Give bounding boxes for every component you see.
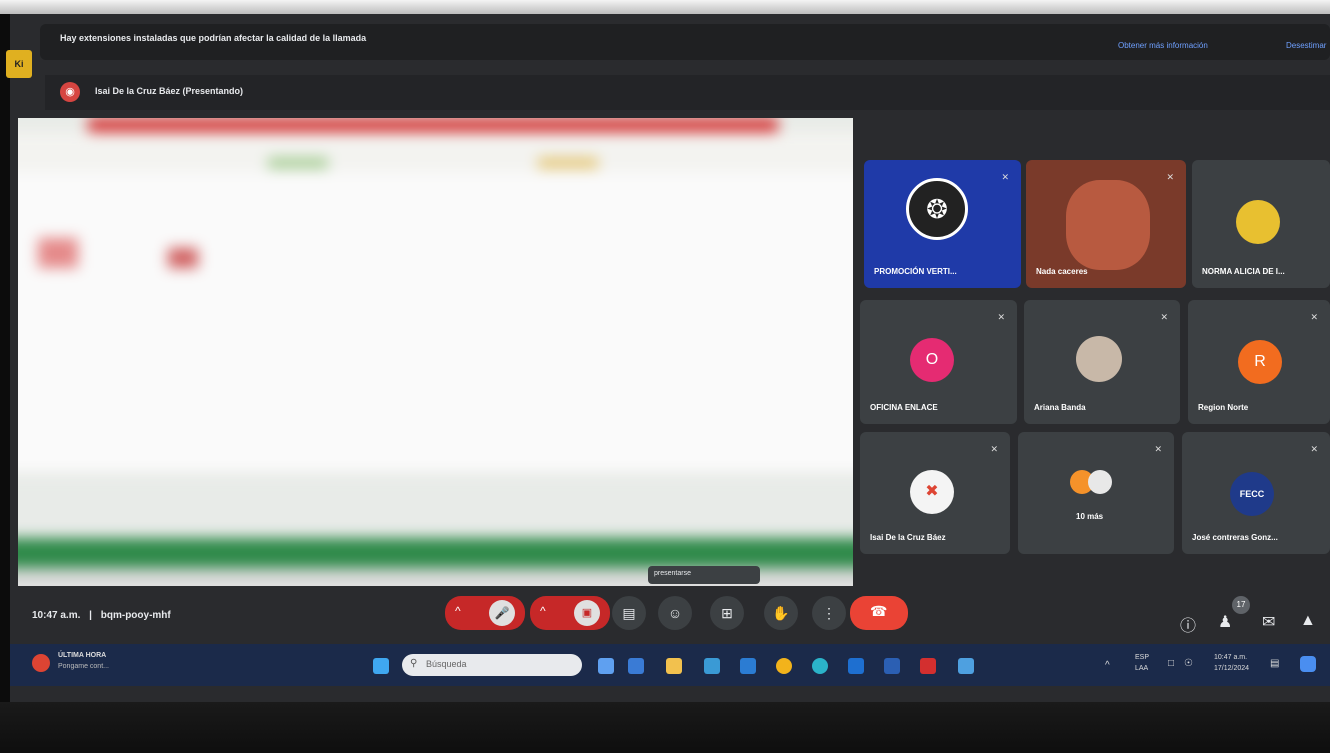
hover-tooltip: presentarse bbox=[648, 566, 760, 584]
activities-icon[interactable]: ▲ bbox=[1300, 612, 1316, 630]
taskbar-search[interactable]: ⚲ Búsqueda bbox=[402, 654, 582, 676]
participant-name: José contreras Gonz... bbox=[1192, 533, 1278, 542]
avatar: R bbox=[1238, 340, 1282, 384]
search-icon: ⚲ bbox=[410, 658, 418, 669]
outlook-icon[interactable] bbox=[848, 658, 864, 674]
hang-up-icon: ☎ bbox=[870, 603, 888, 619]
monitor-bottom-bezel bbox=[0, 702, 1330, 753]
extension-tag[interactable]: Ki bbox=[6, 50, 32, 78]
avatar: O bbox=[910, 338, 954, 382]
network-icon[interactable]: □ bbox=[1168, 658, 1174, 669]
info-icon[interactable]: ⓘ bbox=[1180, 612, 1196, 636]
language-top: ESP bbox=[1135, 654, 1150, 661]
chrome-icon[interactable] bbox=[776, 658, 792, 674]
mic-off-icon: ✕ bbox=[1154, 444, 1162, 454]
participant-name: Ariana Banda bbox=[1034, 403, 1086, 412]
participant-name: PROMOCIÓN VERTI... bbox=[874, 267, 957, 276]
acrobat-icon[interactable] bbox=[920, 658, 936, 674]
end-call-button[interactable]: ☎ bbox=[850, 596, 908, 630]
mic-off-icon: ✕ bbox=[1001, 172, 1009, 182]
meeting-time: 10:47 a.m. bbox=[32, 610, 81, 621]
avatar bbox=[1088, 470, 1112, 494]
captions-button[interactable]: ▤ bbox=[612, 596, 646, 630]
mic-control[interactable]: ^ 🎤 bbox=[445, 596, 525, 630]
avatar bbox=[1236, 200, 1280, 244]
shared-screen bbox=[18, 118, 853, 586]
clock-time: 10:47 a.m. bbox=[1214, 654, 1248, 661]
presenter-label: Isai De la Cruz Báez (Presentando) bbox=[95, 86, 244, 96]
volume-icon[interactable]: ☉ bbox=[1184, 658, 1193, 669]
participant-tile[interactable]: R ✕ Region Norte bbox=[1188, 300, 1330, 424]
mic-off-icon: ✕ bbox=[1160, 312, 1168, 322]
emoji-button[interactable]: ☺ bbox=[658, 596, 692, 630]
clock-date: 17/12/2024 bbox=[1214, 665, 1250, 672]
participant-name: Nada caceres bbox=[1036, 267, 1088, 276]
chevron-up-icon: ^ bbox=[455, 604, 461, 618]
obs-logo-icon: ❂ bbox=[906, 178, 968, 240]
participant-name: Region Norte bbox=[1198, 403, 1249, 412]
participant-tile[interactable]: ✕ Ariana Banda bbox=[1024, 300, 1180, 424]
mail-icon[interactable] bbox=[740, 658, 756, 674]
search-placeholder: Búsqueda bbox=[426, 659, 467, 669]
participant-name: OFICINA ENLACE bbox=[870, 403, 938, 412]
presenting-icon: ◉ bbox=[60, 82, 80, 102]
notification-icon[interactable]: ▤ bbox=[1270, 658, 1279, 669]
dismiss-link[interactable]: Desestimar bbox=[1286, 41, 1326, 50]
task-view-icon[interactable] bbox=[598, 658, 614, 674]
more-info-link[interactable]: Obtener más información bbox=[1118, 41, 1208, 50]
participant-tile[interactable]: ✖ ✕ Isai De la Cruz Báez bbox=[860, 432, 1010, 554]
mic-off-icon: ✕ bbox=[990, 444, 998, 454]
widgets-icon[interactable] bbox=[628, 658, 644, 674]
copilot-icon[interactable] bbox=[1300, 656, 1316, 672]
people-icon[interactable]: ♟ bbox=[1218, 612, 1232, 632]
file-explorer-icon[interactable] bbox=[666, 658, 682, 674]
mic-off-icon: ✕ bbox=[997, 312, 1005, 322]
meeting-separator: | bbox=[89, 610, 92, 621]
news-subtitle: Pongame cont... bbox=[58, 663, 109, 670]
avatar bbox=[1076, 336, 1122, 382]
present-button[interactable]: ⊞ bbox=[710, 596, 744, 630]
weather-icon[interactable] bbox=[32, 654, 50, 672]
participant-tile[interactable]: FECC ✕ José contreras Gonz... bbox=[1182, 432, 1330, 554]
participant-name: NORMA ALICIA DE I... bbox=[1202, 267, 1285, 276]
meeting-info: 10:47 a.m. | bqm-pooy-mhf bbox=[32, 610, 171, 621]
video-feed bbox=[1066, 180, 1150, 270]
chat-icon[interactable]: ✉ bbox=[1262, 612, 1275, 632]
mic-off-icon: ✕ bbox=[1310, 312, 1318, 322]
start-icon[interactable] bbox=[373, 658, 389, 674]
glare-edge bbox=[0, 0, 1330, 14]
word-icon[interactable] bbox=[884, 658, 900, 674]
app-icon[interactable] bbox=[958, 658, 974, 674]
blurred-spreadsheet bbox=[18, 118, 853, 586]
participant-tile[interactable]: O ✕ OFICINA ENLACE bbox=[860, 300, 1017, 424]
camera-off-icon: ▣ bbox=[574, 600, 600, 626]
meeting-code: bqm-pooy-mhf bbox=[100, 610, 171, 621]
participant-tile[interactable]: ✕ 10 más bbox=[1018, 432, 1174, 554]
participant-tile[interactable]: ✕ Nada caceres bbox=[1026, 160, 1186, 288]
chevron-up-icon[interactable]: ^ bbox=[1105, 660, 1110, 671]
news-title: ÚLTIMA HORA bbox=[58, 652, 107, 659]
language-bottom: LAA bbox=[1135, 665, 1149, 672]
more-participants-label: 10 más bbox=[1076, 512, 1104, 521]
tooltip-text: presentarse bbox=[654, 570, 691, 577]
camera-control[interactable]: ^ ▣ bbox=[530, 596, 610, 630]
mic-off-icon: 🎤 bbox=[489, 600, 515, 626]
participant-tile[interactable]: ❂ ✕ PROMOCIÓN VERTI... bbox=[864, 160, 1021, 288]
avatar: ✖ bbox=[910, 470, 954, 514]
mic-off-icon: ✕ bbox=[1310, 444, 1318, 454]
more-options-button[interactable]: ⋮ bbox=[812, 596, 846, 630]
participant-tile[interactable]: NORMA ALICIA DE I... bbox=[1192, 160, 1330, 288]
extension-warning-text: Hay extensiones instaladas que podrían a… bbox=[60, 33, 367, 43]
mic-off-icon: ✕ bbox=[1166, 172, 1174, 182]
raise-hand-button[interactable]: ✋ bbox=[764, 596, 798, 630]
participant-count-badge: 17 bbox=[1232, 596, 1250, 614]
monitor-bezel bbox=[0, 14, 10, 714]
chevron-up-icon: ^ bbox=[540, 604, 546, 618]
edge-icon[interactable] bbox=[812, 658, 828, 674]
fecc-logo-icon: FECC bbox=[1230, 472, 1274, 516]
store-icon[interactable] bbox=[704, 658, 720, 674]
participant-name: Isai De la Cruz Báez bbox=[870, 533, 946, 542]
